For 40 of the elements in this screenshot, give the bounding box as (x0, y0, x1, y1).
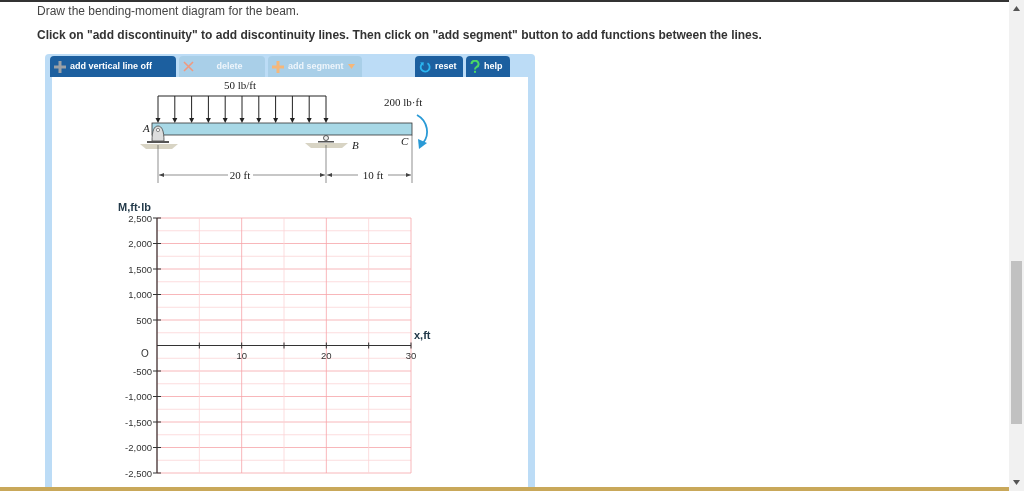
y-tick-label: -500 (133, 365, 152, 377)
y-tick-label: -2,500 (125, 467, 152, 478)
y-tick-label: 2,000 (128, 238, 152, 249)
moment-label: 200 lb·ft (384, 96, 423, 108)
y-tick-label: 500 (136, 314, 152, 326)
scrollbar[interactable] (1009, 0, 1024, 491)
load-label: 50 lb/ft (223, 79, 257, 91)
y-tick-label: 2,500 (128, 212, 152, 224)
help-icon (470, 60, 480, 73)
plus-icon (272, 60, 284, 73)
refresh-icon (419, 60, 431, 73)
dimension-label: 20 ft (229, 169, 251, 181)
instruction-text: Click on "add discontinuity" to add discontinuity lines. Then click on "add segment" button to add functions between the lines. (37, 28, 763, 42)
dimension-label: 10 ft (362, 169, 384, 181)
x-axis-title: x,ft (414, 329, 431, 341)
scroll-up-icon[interactable] (1013, 6, 1020, 11)
x-tick-label: 30 (405, 349, 417, 361)
reset-button[interactable]: reset (415, 56, 463, 77)
y-tick-label: 1,000 (128, 289, 152, 300)
caret-icon (347, 64, 355, 69)
roller-support-drawing (305, 135, 348, 148)
point-label: A (143, 122, 150, 134)
y-axis-title: M,ft·lb (118, 201, 151, 213)
close-icon (183, 61, 194, 72)
point-label: C (401, 135, 409, 147)
point-label: B (352, 139, 359, 151)
y-tick-label: -1,000 (125, 391, 152, 402)
scroll-down-icon[interactable] (1013, 480, 1020, 485)
y-tick-label: -1,500 (125, 416, 152, 428)
y-tick-label: 1,500 (128, 263, 152, 275)
prompt-text: Draw the bending-moment diagram for the beam. (37, 4, 301, 18)
plus-icon (54, 60, 66, 73)
scrollbar-thumb[interactable] (1011, 261, 1022, 424)
help-button[interactable]: help (466, 56, 510, 77)
x-tick-label: 20 (321, 349, 332, 361)
moment-arrow (416, 114, 428, 149)
add-line-button[interactable]: add vertical line off (50, 56, 176, 77)
x-tick-label: 10 (236, 349, 247, 361)
origin-label: O (141, 347, 149, 359)
y-tick-label: -2,000 (125, 442, 152, 453)
